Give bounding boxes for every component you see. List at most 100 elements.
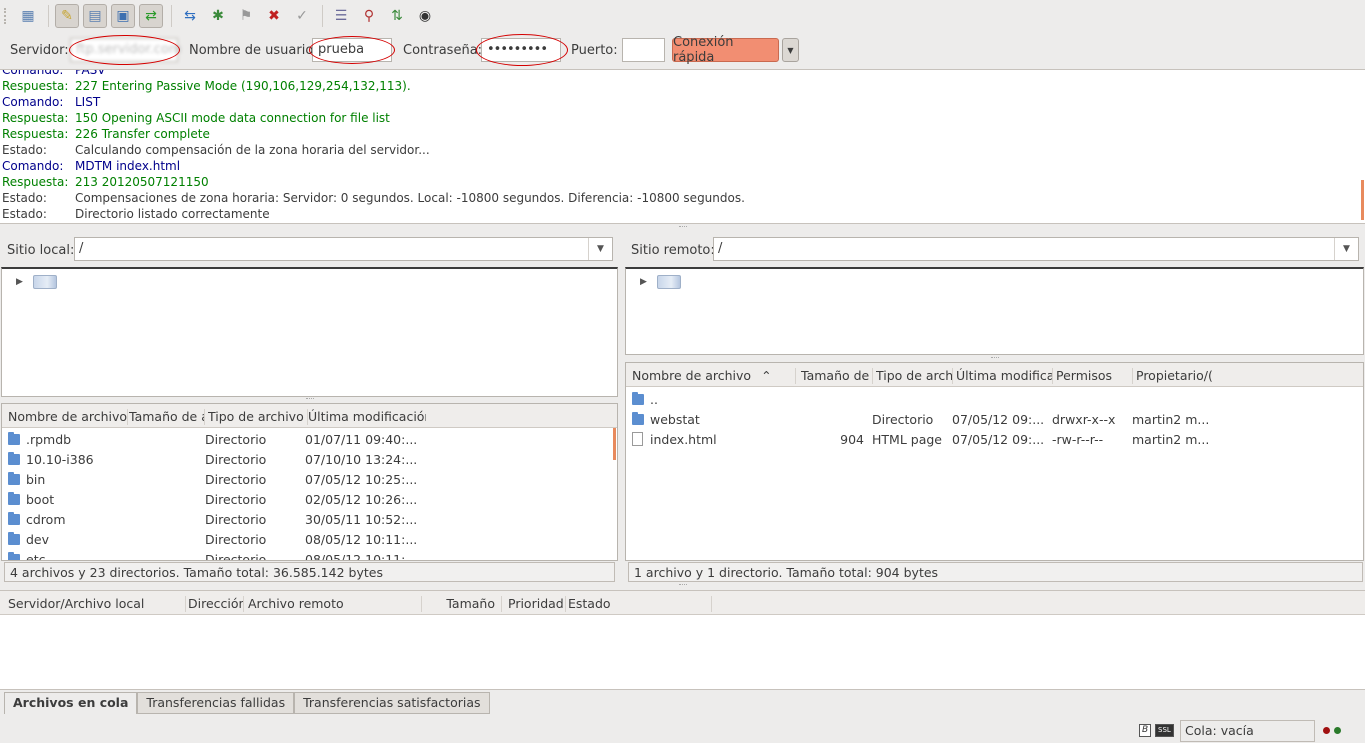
filter-icon[interactable]: ☰ [329, 4, 353, 28]
cell-type: Directorio [205, 452, 267, 467]
compare-icon[interactable]: ⚲ [357, 4, 381, 28]
remote-col-size[interactable]: Tamaño de [801, 368, 873, 384]
tab-failed-transfers[interactable]: Transferencias fallidas [137, 692, 295, 714]
binary-mode-icon: B [1139, 724, 1152, 737]
drive-icon [656, 275, 681, 289]
chevron-down-icon[interactable]: ▼ [1334, 238, 1358, 260]
table-row[interactable]: .. [626, 389, 1363, 409]
remote-file-list[interactable]: Nombre de archivo ⌃ Tamaño de Tipo de ar… [625, 362, 1364, 561]
log-kind: Respuesta: [2, 111, 69, 125]
site-manager-icon[interactable]: ▦ [16, 4, 40, 28]
log-scrollbar[interactable] [1361, 180, 1364, 220]
local-col-size[interactable]: Tamaño de a [129, 409, 205, 425]
expander-triangle-icon[interactable]: ▶ [640, 277, 647, 287]
username-input[interactable]: prueba [312, 38, 392, 62]
table-row[interactable]: 10.10-i386 Directorio 07/10/10 13:24:... [2, 449, 617, 469]
port-label: Puerto: [571, 43, 618, 58]
local-dir-tree[interactable]: ▶ [1, 267, 618, 397]
remote-tree-root[interactable]: ▶ [640, 275, 681, 289]
table-row[interactable]: .rpmdb Directorio 01/07/11 09:40:... [2, 429, 617, 449]
splitter-handle[interactable] [679, 584, 687, 587]
log-kind: Respuesta: [2, 127, 69, 141]
cell-owner: martin2 m... [1132, 412, 1210, 427]
toggle-dirtree-icon[interactable]: ▤ [83, 4, 107, 28]
message-log[interactable]: Comando: PASV Respuesta: 227 Entering Passi… [0, 69, 1365, 224]
transfer-queue[interactable]: Servidor/Archivo local Dirección Archivo… [0, 590, 1365, 690]
local-col-name[interactable]: Nombre de archivo [8, 409, 128, 425]
cell-type: Directorio [205, 512, 267, 527]
encryption-icon: SSL [1155, 724, 1174, 737]
remote-col-modified[interactable]: Última modifica [956, 368, 1053, 384]
disconnect-icon[interactable]: ✖ [262, 4, 286, 28]
remote-col-name[interactable]: Nombre de archivo ⌃ [632, 368, 796, 384]
port-input[interactable] [622, 38, 665, 62]
remote-dir-tree[interactable]: ▶ [625, 267, 1364, 355]
table-row[interactable]: index.html 904 HTML page 07/05/12 09:... -rw… [626, 429, 1363, 449]
log-kind: Estado: [2, 143, 47, 157]
table-row[interactable]: boot Directorio 02/05/12 10:26:... [2, 489, 617, 509]
log-line: Respuesta: 150 Opening ASCII mode data co… [2, 110, 745, 126]
queue-col-local[interactable]: Servidor/Archivo local [8, 596, 186, 612]
toggle-log-icon[interactable]: ✎ [55, 4, 79, 28]
remote-status: 1 archivo y 1 directorio. Tamaño total: … [628, 562, 1363, 582]
toolbar-grip [4, 8, 10, 24]
refresh-icon[interactable]: ⇆ [178, 4, 202, 28]
table-row[interactable]: webstat Directorio 07/05/12 09:... drwxr-x-… [626, 409, 1363, 429]
folder-icon [8, 532, 20, 545]
local-col-type[interactable]: Tipo de archivo [208, 409, 308, 425]
local-list-scrollbar[interactable] [613, 428, 616, 460]
local-path-combo[interactable]: / ▼ [74, 237, 613, 261]
sync-browse-icon[interactable]: ⇅ [385, 4, 409, 28]
cell-perms: drwxr-x--x [1052, 412, 1116, 427]
folder-icon [8, 512, 20, 525]
chevron-down-icon[interactable]: ▼ [588, 238, 612, 260]
local-file-list[interactable]: Nombre de archivo Tamaño de a Tipo de ar… [1, 403, 618, 561]
log-message: PASV [75, 69, 106, 77]
cell-modified: 08/05/12 10:11:... [305, 552, 418, 561]
log-message: 227 Entering Passive Mode (190,106,129,2… [75, 79, 411, 93]
toolbar: ▦ ✎ ▤ ▣ ⇄ ⇆ ✱ ⚑ ✖ ✓ ☰ ⚲ ⇅ ◉ [0, 0, 1365, 32]
cell-modified: 07/05/12 09:... [952, 432, 1045, 447]
log-line: Estado: Directorio listado correctamente [2, 206, 745, 222]
queue-col-size[interactable]: Tamaño [424, 596, 502, 612]
server-input[interactable]: ftp.servidor.com [70, 38, 182, 62]
queue-col-direction[interactable]: Dirección [188, 596, 244, 612]
transfer-icon[interactable]: ⇄ [139, 4, 163, 28]
local-tree-root[interactable]: ▶ [16, 275, 57, 289]
expander-triangle-icon[interactable]: ▶ [16, 277, 23, 287]
password-input[interactable]: ••••••••• [481, 38, 561, 62]
splitter-handle[interactable] [306, 398, 314, 401]
remote-col-perms[interactable]: Permisos [1056, 368, 1133, 384]
log-message: MDTM index.html [75, 159, 181, 173]
table-row[interactable]: bin Directorio 07/05/12 10:25:... [2, 469, 617, 489]
local-col-modified[interactable]: Última modificación [308, 409, 426, 425]
table-row[interactable]: dev Directorio 08/05/12 10:11:... [2, 529, 617, 549]
cell-type: HTML page [872, 432, 942, 447]
quickconnect-dropdown-button[interactable]: ▼ [782, 38, 799, 62]
remote-col-owner[interactable]: Propietario/( [1136, 368, 1212, 384]
remote-path-combo[interactable]: / ▼ [713, 237, 1359, 261]
queue-col-remote[interactable]: Archivo remoto [248, 596, 422, 612]
log-line: Estado: Compensaciones de zona horaria: S… [2, 190, 745, 206]
table-row[interactable]: etc Directorio 08/05/12 10:11:... [2, 549, 617, 561]
queue-col-status[interactable]: Estado [568, 596, 712, 612]
search-icon[interactable]: ◉ [413, 4, 437, 28]
toolbar-separator [171, 5, 172, 27]
table-row[interactable]: cdrom Directorio 30/05/11 10:52:... [2, 509, 617, 529]
splitter-handle[interactable] [991, 357, 999, 360]
server-label: Servidor: [10, 43, 69, 58]
toggle-queue-icon[interactable]: ▣ [111, 4, 135, 28]
tab-queued-files[interactable]: Archivos en cola [4, 692, 138, 714]
reconnect-icon[interactable]: ✓ [290, 4, 314, 28]
queue-tabs: Archivos en cola Transferencias fallidas… [4, 692, 490, 714]
splitter-handle[interactable] [679, 226, 687, 229]
cell-modified: 07/05/12 10:25:... [305, 472, 418, 487]
remote-col-type[interactable]: Tipo de arch [876, 368, 953, 384]
queue-col-priority[interactable]: Prioridad [508, 596, 566, 612]
quickconnect-button[interactable]: Conexión rápida [672, 35, 779, 65]
process-queue-icon[interactable]: ✱ [206, 4, 230, 28]
cancel-icon[interactable]: ⚑ [234, 4, 258, 28]
tab-successful-transfers[interactable]: Transferencias satisfactorias [294, 692, 490, 714]
cell-name: boot [26, 492, 55, 507]
folder-icon [8, 432, 20, 445]
